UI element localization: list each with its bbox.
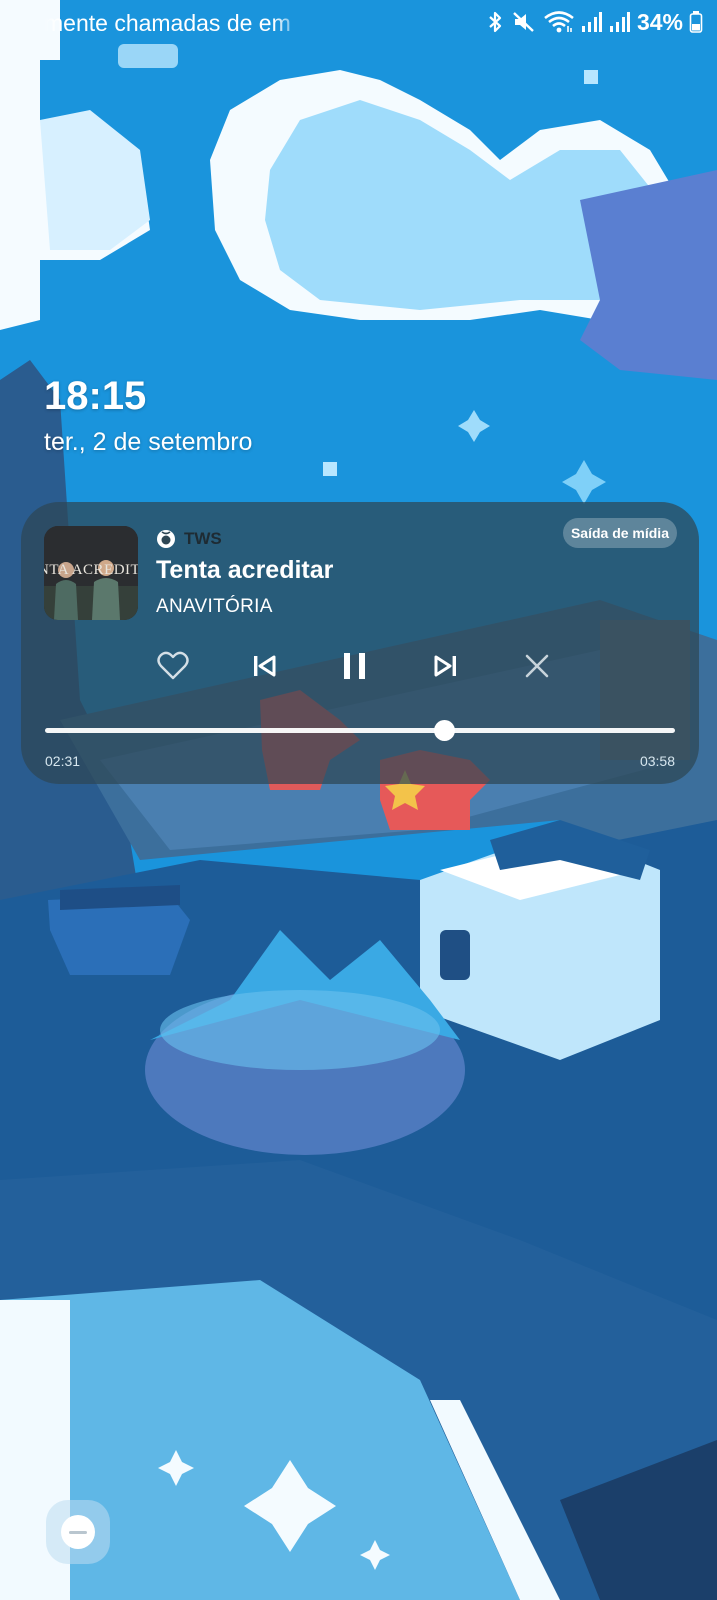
next-icon — [434, 655, 456, 677]
source-app-name: TWS — [184, 529, 222, 548]
status-bar: mente chamadas de em 34% — [0, 0, 717, 44]
previous-button[interactable] — [239, 640, 291, 692]
song-title: Tenta acreditar — [156, 556, 334, 584]
album-art[interactable]: NTA ACREDITA — [44, 526, 138, 620]
bluetooth-icon — [489, 11, 502, 33]
total-time: 03:58 — [639, 753, 675, 769]
signal-icon — [609, 12, 630, 32]
mute-icon — [513, 12, 534, 32]
song-artist: ANAVITÓRIA — [156, 596, 273, 617]
lock-screen-clock: 18:15 — [44, 374, 147, 418]
seek-bar-thumb[interactable] — [434, 720, 456, 741]
battery-icon — [689, 11, 703, 33]
status-icons: 34% — [485, 6, 703, 38]
pause-button[interactable] — [329, 640, 381, 692]
close-button[interactable] — [511, 640, 563, 692]
album-art-text: NTA ACREDITA — [44, 562, 138, 578]
wallpaper-art — [0, 0, 717, 1600]
media-player-card[interactable]: NTA ACREDITA TWS Saída de mídia Tenta ac… — [21, 502, 699, 784]
heart-icon — [157, 651, 189, 680]
wallpaper — [0, 0, 717, 1600]
next-button[interactable] — [419, 640, 471, 692]
elapsed-time: 02:31 — [45, 753, 81, 769]
signal-icon — [581, 12, 602, 32]
media-source: TWS — [156, 528, 222, 550]
seek-bar-track[interactable] — [45, 728, 675, 733]
floating-chat-bubble[interactable] — [46, 1500, 110, 1564]
media-output-button[interactable]: Saída de mídia — [562, 518, 677, 548]
close-icon — [525, 654, 549, 678]
lock-screen-date: ter., 2 de setembro — [44, 428, 253, 456]
battery-percent: 34% — [636, 9, 683, 35]
wifi-icon — [544, 11, 574, 33]
playback-controls — [21, 640, 699, 692]
previous-icon — [254, 655, 276, 677]
app-icon — [157, 530, 175, 548]
chat-icon — [61, 1515, 95, 1549]
pause-icon — [344, 653, 365, 679]
seek-bar[interactable] — [45, 720, 675, 741]
favorite-button[interactable] — [147, 640, 199, 692]
notification-ticker: mente chamadas de em — [44, 10, 291, 36]
